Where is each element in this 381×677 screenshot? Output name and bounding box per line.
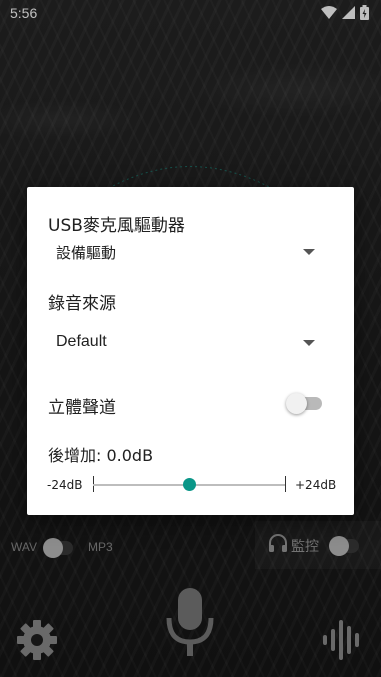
gain-label: 後增加: 0.0dB (48, 446, 154, 465)
gain-min-label: -24dB (47, 478, 83, 492)
gain-max-label: +24dB (295, 478, 337, 492)
usb-driver-dropdown[interactable]: 設備驅動 (48, 237, 323, 265)
recording-source-value: Default (56, 333, 107, 350)
dropdown-arrow-icon (303, 340, 315, 346)
stereo-label: 立體聲道 (48, 398, 116, 418)
gain-slider-thumb[interactable] (182, 478, 196, 491)
audio-settings-dialog: USB麥克風驅動器 設備驅動 錄音來源 Default 立體聲道 後增加: 0.… (27, 187, 354, 515)
usb-driver-label: USB麥克風驅動器 (48, 216, 185, 236)
recording-source-dropdown[interactable]: Default (48, 327, 323, 357)
dropdown-arrow-icon (303, 249, 315, 255)
stereo-switch-knob (286, 393, 307, 414)
usb-driver-value: 設備驅動 (56, 244, 117, 262)
recording-source-label: 錄音來源 (48, 294, 116, 314)
gain-slider-end-tick (285, 476, 286, 492)
